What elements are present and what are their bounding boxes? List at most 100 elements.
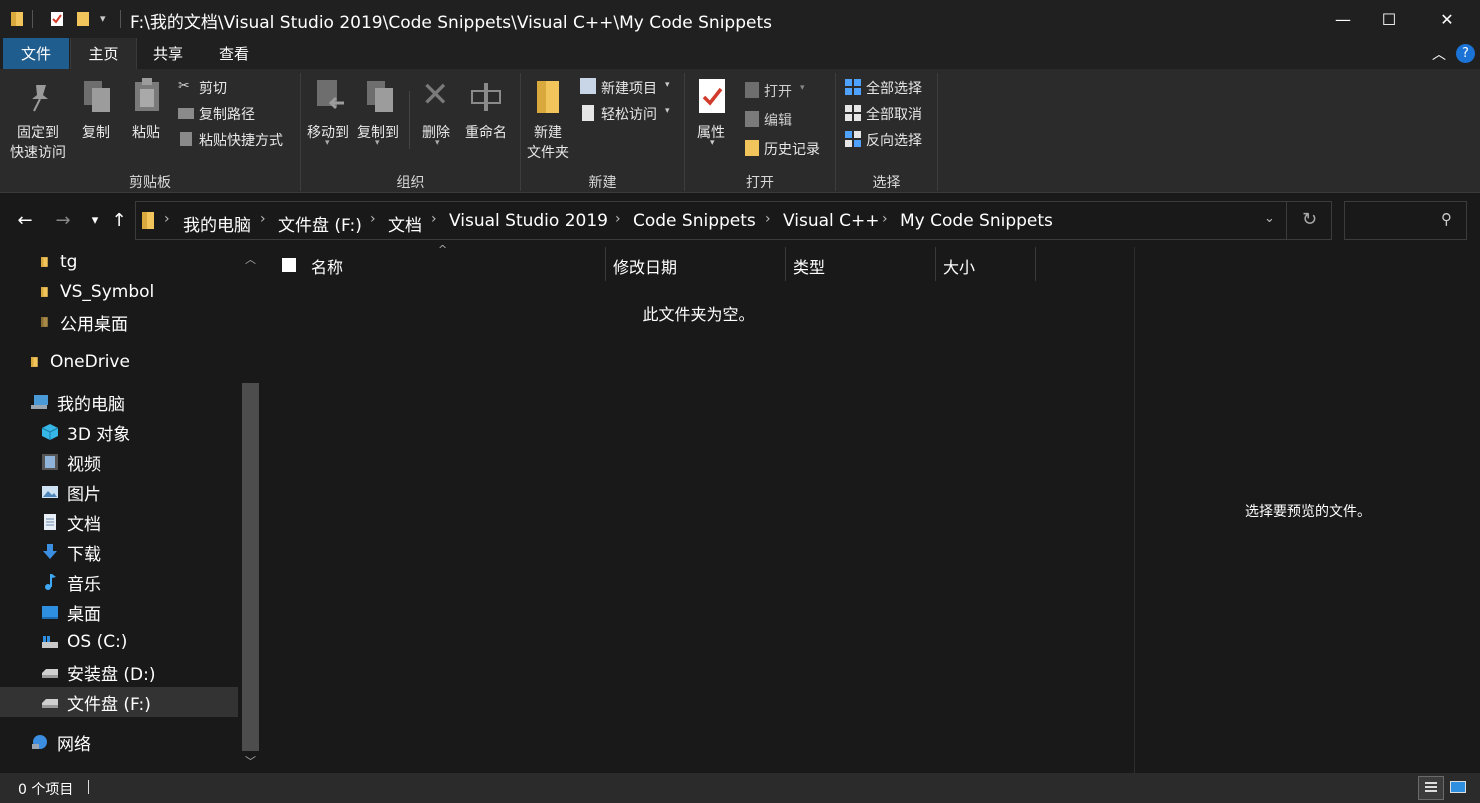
column-header-size[interactable]: 大小 [943, 249, 1035, 283]
edit-button[interactable]: 编辑 [764, 110, 792, 130]
new-item-button[interactable]: 新建项目 [601, 78, 657, 98]
back-arrow-icon[interactable]: ← [14, 210, 36, 232]
pin-quick-access-label-2[interactable]: 快速访问 [10, 142, 66, 162]
details-view-icon[interactable] [1418, 776, 1444, 800]
close-button[interactable]: ✕ [1424, 0, 1470, 38]
desktop-icon [42, 606, 58, 619]
sidebar-item-network[interactable]: 网络 [0, 727, 238, 757]
chevron-right-icon[interactable]: › [164, 211, 170, 227]
column-header-modified[interactable]: 修改日期 [613, 249, 785, 283]
sidebar-item-documents[interactable]: 文档 [0, 507, 238, 537]
file-list[interactable]: 名称 ^ 修改日期 类型 大小 此文件夹为空。 [263, 243, 1134, 773]
search-icon[interactable]: ⚲ [1441, 210, 1452, 228]
search-input[interactable]: ⚲ [1344, 201, 1467, 240]
help-icon[interactable]: ? [1456, 44, 1475, 63]
minimize-button[interactable]: — [1320, 0, 1366, 38]
select-none-button[interactable]: 全部取消 [866, 104, 922, 124]
breadcrumb-item[interactable]: 文件盘 (F:) [278, 211, 362, 236]
chevron-right-icon[interactable]: › [370, 211, 376, 227]
new-folder-label-2[interactable]: 文件夹 [527, 142, 569, 162]
breadcrumb-item[interactable]: Visual Studio 2019 [449, 211, 608, 231]
chevron-right-icon[interactable]: › [765, 211, 771, 227]
sidebar-item-drive-d[interactable]: 安装盘 (D:) [0, 657, 238, 687]
copy-path-button[interactable]: 复制路径 [199, 104, 255, 124]
chevron-right-icon[interactable]: › [431, 211, 437, 227]
scroll-up-icon[interactable]: ︿ [245, 251, 256, 267]
cut-button[interactable]: 剪切 [199, 78, 227, 98]
new-folder-icon [537, 81, 559, 113]
sidebar-item-desktop[interactable]: 桌面 [0, 597, 238, 627]
chevron-right-icon[interactable]: › [882, 211, 888, 227]
edit-icon [745, 111, 759, 127]
breadcrumb-item[interactable]: 我的电脑 [183, 211, 251, 236]
history-button[interactable]: 历史记录 [764, 139, 820, 159]
new-folder-label[interactable]: 新建 [534, 122, 562, 142]
tab-view[interactable]: 查看 [206, 38, 262, 69]
column-divider[interactable] [1035, 247, 1036, 281]
recent-locations-icon[interactable]: ▾ [84, 213, 106, 235]
collapse-ribbon-icon[interactable]: ︿ [1432, 44, 1446, 64]
breadcrumb-item[interactable]: Visual C++ [783, 211, 880, 231]
chevron-down-icon[interactable]: ▾ [100, 12, 106, 25]
folder-icon [11, 12, 23, 26]
tab-home[interactable]: 主页 [70, 38, 137, 69]
select-all-button[interactable]: 全部选择 [866, 78, 922, 98]
scrollbar-thumb[interactable] [242, 383, 259, 751]
refresh-icon[interactable]: ↻ [1302, 209, 1317, 230]
navigation-pane[interactable]: tg VS_Symbol 公用桌面 OneDrive 我的电脑 3D 对象 视频… [0, 247, 262, 773]
rename-button[interactable]: 重命名 [465, 122, 507, 142]
music-icon [45, 574, 56, 590]
chevron-right-icon[interactable]: › [615, 211, 621, 227]
properties-icon[interactable] [50, 10, 64, 28]
window-title: F:\我的文档\Visual Studio 2019\Code Snippets… [130, 13, 772, 33]
easy-access-button[interactable]: 轻松访问 [601, 104, 657, 124]
breadcrumb-item[interactable]: Code Snippets [633, 211, 756, 231]
address-bar[interactable]: › 我的电脑 › 文件盘 (F:) › 文档 › Visual Studio 2… [135, 201, 1332, 240]
column-divider[interactable] [785, 247, 786, 281]
sort-ascending-icon: ^ [438, 243, 448, 256]
forward-arrow-icon[interactable]: → [52, 210, 74, 232]
select-all-checkbox[interactable] [282, 258, 296, 272]
column-divider[interactable] [935, 247, 936, 281]
address-dropdown-icon[interactable]: ⌄ [1264, 211, 1275, 226]
open-button[interactable]: 打开 [764, 81, 792, 101]
sidebar-item-videos[interactable]: 视频 [0, 447, 238, 477]
sidebar-item-music[interactable]: 音乐 [0, 567, 238, 597]
sidebar-item-public-desktop[interactable]: 公用桌面 [0, 307, 238, 337]
column-divider[interactable] [605, 247, 606, 281]
sidebar-item-vs-symbol[interactable]: VS_Symbol [0, 277, 238, 307]
paste-button[interactable]: 粘贴 [132, 122, 160, 142]
chevron-down-icon: ▾ [435, 138, 440, 148]
column-header-type[interactable]: 类型 [793, 249, 935, 283]
breadcrumb-item[interactable]: My Code Snippets [900, 211, 1053, 231]
copy-icon [84, 81, 110, 112]
new-folder-icon[interactable] [76, 10, 90, 28]
sidebar-item-drive-f[interactable]: 文件盘 (F:) [0, 687, 238, 717]
tab-share[interactable]: 共享 [140, 38, 196, 69]
open-icon [745, 82, 759, 98]
paste-shortcut-button[interactable]: 粘贴快捷方式 [199, 130, 283, 150]
pin-quick-access-label[interactable]: 固定到 [17, 122, 59, 142]
sidebar-item-this-pc[interactable]: 我的电脑 [0, 387, 238, 417]
video-icon [42, 454, 58, 470]
sidebar-item-3d-objects[interactable]: 3D 对象 [0, 417, 238, 447]
rename-icon [471, 83, 501, 111]
column-header-name[interactable]: 名称 [311, 249, 605, 283]
large-icons-view-icon[interactable] [1450, 778, 1468, 796]
sidebar-item-downloads[interactable]: 下载 [0, 537, 238, 567]
copy-button[interactable]: 复制 [82, 122, 110, 142]
invert-selection-button[interactable]: 反向选择 [866, 130, 922, 150]
sidebar-item-pictures[interactable]: 图片 [0, 477, 238, 507]
chevron-right-icon[interactable]: › [260, 211, 266, 227]
sidebar-item-label: tg [60, 252, 78, 272]
scroll-down-icon[interactable]: ﹀ [245, 753, 256, 769]
sidebar-item-os-c[interactable]: OS (C:) [0, 627, 238, 657]
breadcrumb-item[interactable]: 文档 [388, 211, 422, 236]
maximize-button[interactable]: ☐ [1366, 0, 1412, 38]
sidebar-item-onedrive[interactable]: OneDrive [0, 347, 238, 377]
tab-file[interactable]: 文件 [3, 38, 69, 69]
chevron-down-icon: ▾ [375, 138, 380, 148]
group-label-clipboard: 剪贴板 [129, 175, 171, 191]
sidebar-item-tg[interactable]: tg [0, 247, 238, 277]
up-arrow-icon[interactable]: ↑ [108, 210, 130, 232]
